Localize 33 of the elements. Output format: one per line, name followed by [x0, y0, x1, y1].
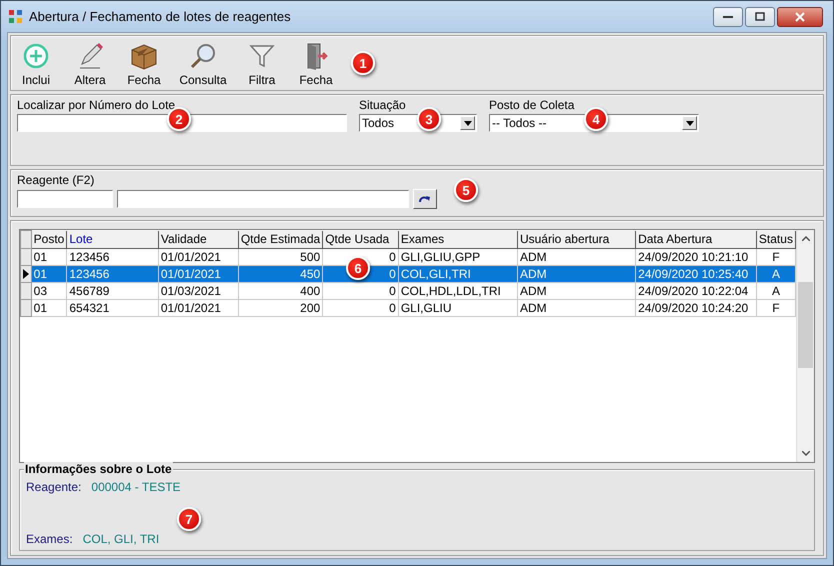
field-label: Reagente (F2) [17, 173, 96, 187]
info-value: 000004 - TESTE [91, 480, 181, 494]
table-cell: COL,GLI,TRI [398, 266, 518, 282]
table-cell: 01 [31, 266, 67, 282]
table-cell: 456789 [66, 282, 158, 300]
table-cell: 200 [238, 300, 323, 316]
table-cell: 01/03/2021 [158, 282, 238, 300]
table-cell: 24/09/2020 10:22:04 [636, 282, 756, 300]
info-label: Exames: [26, 532, 73, 546]
table-cell: ADM [517, 300, 636, 316]
info-value: COL, GLI, TRI [82, 532, 160, 546]
table-cell: 03 [31, 282, 67, 300]
table-cell: 24/09/2020 10:24:20 [636, 300, 756, 316]
table-cell: 654321 [66, 300, 158, 316]
table-cell: 0 [322, 300, 398, 316]
group-title: Informações sobre o Lote [24, 462, 173, 476]
window-title: Abertura / Fechamento de lotes de reagentes [29, 9, 291, 24]
table-cell: 450 [238, 266, 323, 282]
table-cell: GLI,GLIU [398, 300, 518, 316]
table-cell: ADM [517, 282, 636, 300]
table-cell: 24/09/2020 10:25:40 [636, 266, 756, 282]
table-cell: COL,HDL,LDL,TRI [398, 282, 518, 300]
table-cell: 01 [31, 300, 67, 316]
table-cell: ADM [517, 266, 636, 282]
info-label: Reagente: [26, 480, 82, 494]
field-label: Posto de Coleta [489, 98, 576, 112]
table-cell: 01/01/2021 [158, 266, 238, 282]
table-cell: 400 [238, 282, 323, 300]
table-cell: A [756, 266, 796, 282]
table-cell: 0 [322, 282, 398, 300]
table-cell: 123456 [66, 266, 158, 282]
table-cell: 01/01/2021 [158, 300, 238, 316]
field-label: Situação [359, 98, 407, 112]
